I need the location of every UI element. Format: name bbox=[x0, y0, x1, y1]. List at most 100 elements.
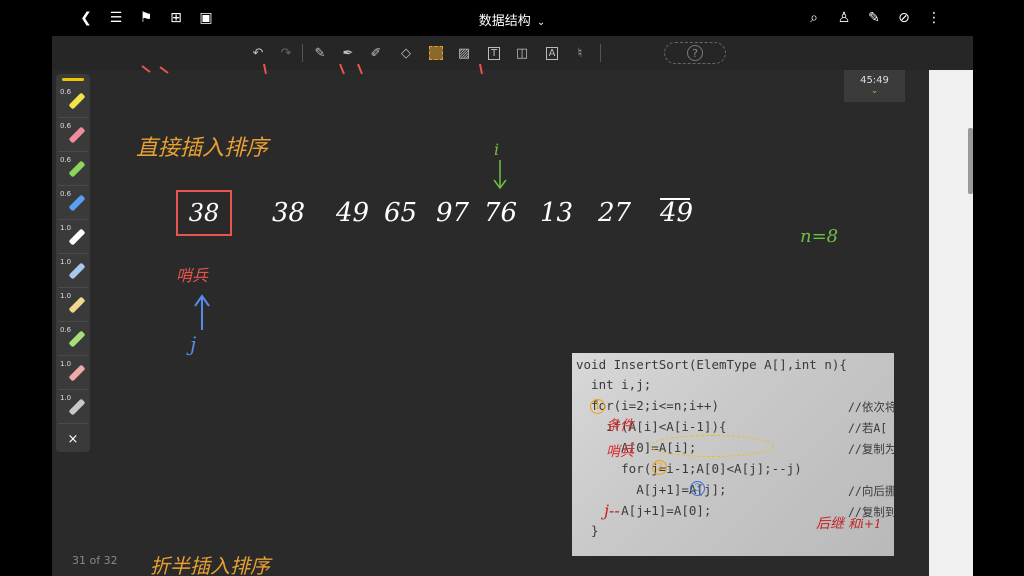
n-equals-label: n=8 bbox=[800, 226, 839, 247]
heading-binary-insertion-sort: 折半插入排序 bbox=[150, 554, 270, 576]
array-element: 49 bbox=[660, 198, 694, 228]
annotation-number: 3 bbox=[690, 481, 705, 496]
code-comment: //依次将 bbox=[848, 400, 894, 414]
array-element: 49 bbox=[336, 198, 370, 228]
code-comment: //向后挪 bbox=[848, 484, 894, 498]
highlighter-icon[interactable]: ✐ bbox=[366, 43, 386, 63]
heading-direct-insertion-sort: 直接插入排序 bbox=[136, 136, 269, 161]
bookmark-icon[interactable]: ⚑ bbox=[136, 8, 156, 28]
code-line: if(A[i]<A[i-1]){ bbox=[576, 419, 727, 434]
annotation-circle-1: 1 bbox=[590, 397, 605, 414]
code-line: for(j=i-1;A[0]<A[j];--j) bbox=[576, 461, 802, 476]
back-icon[interactable]: ❮ bbox=[76, 8, 96, 28]
pen-width-label: 1.0 bbox=[60, 224, 72, 232]
pencil-icon[interactable]: ✎ bbox=[310, 43, 330, 63]
outline-icon[interactable]: ☰ bbox=[106, 8, 126, 28]
toolbar-separator bbox=[302, 44, 303, 62]
timer-badge[interactable]: 45:49 ⌄ bbox=[844, 70, 905, 102]
array-element: 13 bbox=[540, 198, 574, 228]
pen-preset[interactable]: 0.6 bbox=[58, 188, 88, 220]
pen-width-label: 0.6 bbox=[60, 156, 72, 164]
pen-preset[interactable]: 1.0 bbox=[58, 290, 88, 322]
array-element: 65 bbox=[384, 198, 418, 228]
annotation-after: 后继 bbox=[816, 516, 844, 532]
annotation-number: 1 bbox=[590, 399, 605, 414]
chevron-down-icon: ⌄ bbox=[536, 17, 546, 28]
pen-preset[interactable]: 0.6 bbox=[58, 154, 88, 186]
sentinel-value: 38 bbox=[188, 199, 220, 227]
pen-preset[interactable]: 1.0 bbox=[58, 256, 88, 288]
code-line: void InsertSort(ElemType A[],int n){ bbox=[576, 357, 847, 372]
more-icon[interactable]: ⋮ bbox=[924, 8, 944, 28]
image-icon[interactable]: ▨ bbox=[454, 43, 474, 63]
right-margin bbox=[929, 70, 973, 576]
pen-preset[interactable]: 1.0 bbox=[58, 358, 88, 390]
shirt-icon[interactable]: ♙ bbox=[834, 8, 854, 28]
undo-icon[interactable]: ↶ bbox=[248, 43, 268, 63]
close-palette-icon[interactable]: × bbox=[64, 430, 82, 448]
mic-icon[interactable]: ♮ bbox=[570, 43, 590, 63]
pen-preset[interactable]: 0.6 bbox=[58, 324, 88, 356]
title-dropdown[interactable]: 数据结构 ⌄ bbox=[479, 14, 545, 29]
pen-preset[interactable]: 0.6 bbox=[58, 120, 88, 152]
code-line: } bbox=[576, 523, 599, 538]
pen-width-label: 0.6 bbox=[60, 326, 72, 334]
pen-width-label: 1.0 bbox=[60, 394, 72, 402]
annotation-condition: 条件 bbox=[606, 418, 634, 434]
pen-preset[interactable]: 0.6 bbox=[58, 86, 88, 118]
j-pointer-label: j bbox=[190, 332, 197, 356]
pen-preset[interactable]: 1.0 bbox=[58, 392, 88, 424]
array-element: 38 bbox=[272, 198, 306, 228]
ocr-icon[interactable]: A bbox=[542, 43, 562, 63]
help-button[interactable]: ? bbox=[664, 42, 726, 64]
i-pointer-label: i bbox=[494, 140, 499, 159]
pen-preset[interactable]: 1.0 bbox=[58, 222, 88, 254]
sentinel-box: 38 bbox=[176, 190, 232, 236]
page-indicator: 31 of 32 bbox=[72, 554, 118, 567]
hide-icon[interactable]: ⊘ bbox=[894, 8, 914, 28]
pen-palette: 0.6 0.6 0.6 0.6 1.0 1.0 1.0 0.6 1.0 1.0 × bbox=[56, 74, 90, 452]
add-page-icon[interactable]: ⊞ bbox=[166, 8, 186, 28]
array-element: 97 bbox=[436, 198, 470, 228]
highlight-ellipse bbox=[650, 435, 774, 457]
annotation-number: 2 bbox=[652, 460, 667, 475]
code-line: A[j+1]=A[0]; bbox=[576, 503, 712, 518]
code-photo[interactable]: void InsertSort(ElemType A[],int n){ int… bbox=[572, 353, 894, 556]
help-icon: ? bbox=[687, 45, 703, 61]
array-element: 76 bbox=[484, 198, 518, 228]
array-element: 27 bbox=[598, 198, 632, 228]
annotation-sentinel: 哨兵 bbox=[606, 444, 634, 460]
pen-icon[interactable]: ✎ bbox=[864, 8, 884, 28]
pen-width-label: 0.6 bbox=[60, 88, 72, 96]
search-icon[interactable]: ⌕ bbox=[804, 8, 824, 28]
redo-icon[interactable]: ↷ bbox=[276, 43, 296, 63]
pen-width-label: 1.0 bbox=[60, 258, 72, 266]
eraser-icon[interactable]: ◇ bbox=[396, 43, 416, 63]
scrollbar[interactable] bbox=[968, 128, 973, 194]
j-arrow bbox=[194, 294, 210, 330]
lasso-icon[interactable] bbox=[426, 43, 446, 63]
pen-width-label: 0.6 bbox=[60, 122, 72, 130]
code-comment: //复制为 bbox=[848, 442, 894, 456]
annotation-circle-2: 2 bbox=[652, 458, 667, 475]
shape-icon[interactable]: ◫ bbox=[512, 43, 532, 63]
pen-width-label: 1.0 bbox=[60, 292, 72, 300]
timer-text: 45:49 bbox=[860, 75, 889, 86]
pen-width-label: 0.6 bbox=[60, 190, 72, 198]
pen-width-label: 1.0 bbox=[60, 360, 72, 368]
title-text: 数据结构 bbox=[478, 14, 531, 29]
crop-icon[interactable]: ▣ bbox=[196, 8, 216, 28]
previous-strokes bbox=[141, 64, 483, 74]
top-bar: ❮ ☰ ⚑ ⊞ ▣ 数据结构 ⌄ ⌕ ♙ ✎ ⊘ ⋮ bbox=[0, 0, 1024, 36]
sentinel-label: 哨兵 bbox=[176, 266, 209, 285]
fountain-pen-icon[interactable]: ✒ bbox=[338, 43, 358, 63]
annotation-after-2: 和i+1 bbox=[848, 517, 882, 531]
code-line: int i,j; bbox=[576, 377, 652, 392]
annotation-circle-3: 3 bbox=[690, 479, 705, 496]
text-icon[interactable]: T bbox=[484, 43, 504, 63]
annotation-j-decrement: j-- bbox=[604, 501, 620, 520]
i-arrow bbox=[493, 160, 507, 190]
i-label: i bbox=[494, 140, 500, 159]
toolbar-separator bbox=[600, 44, 601, 62]
chevron-down-icon: ⌄ bbox=[870, 86, 879, 96]
